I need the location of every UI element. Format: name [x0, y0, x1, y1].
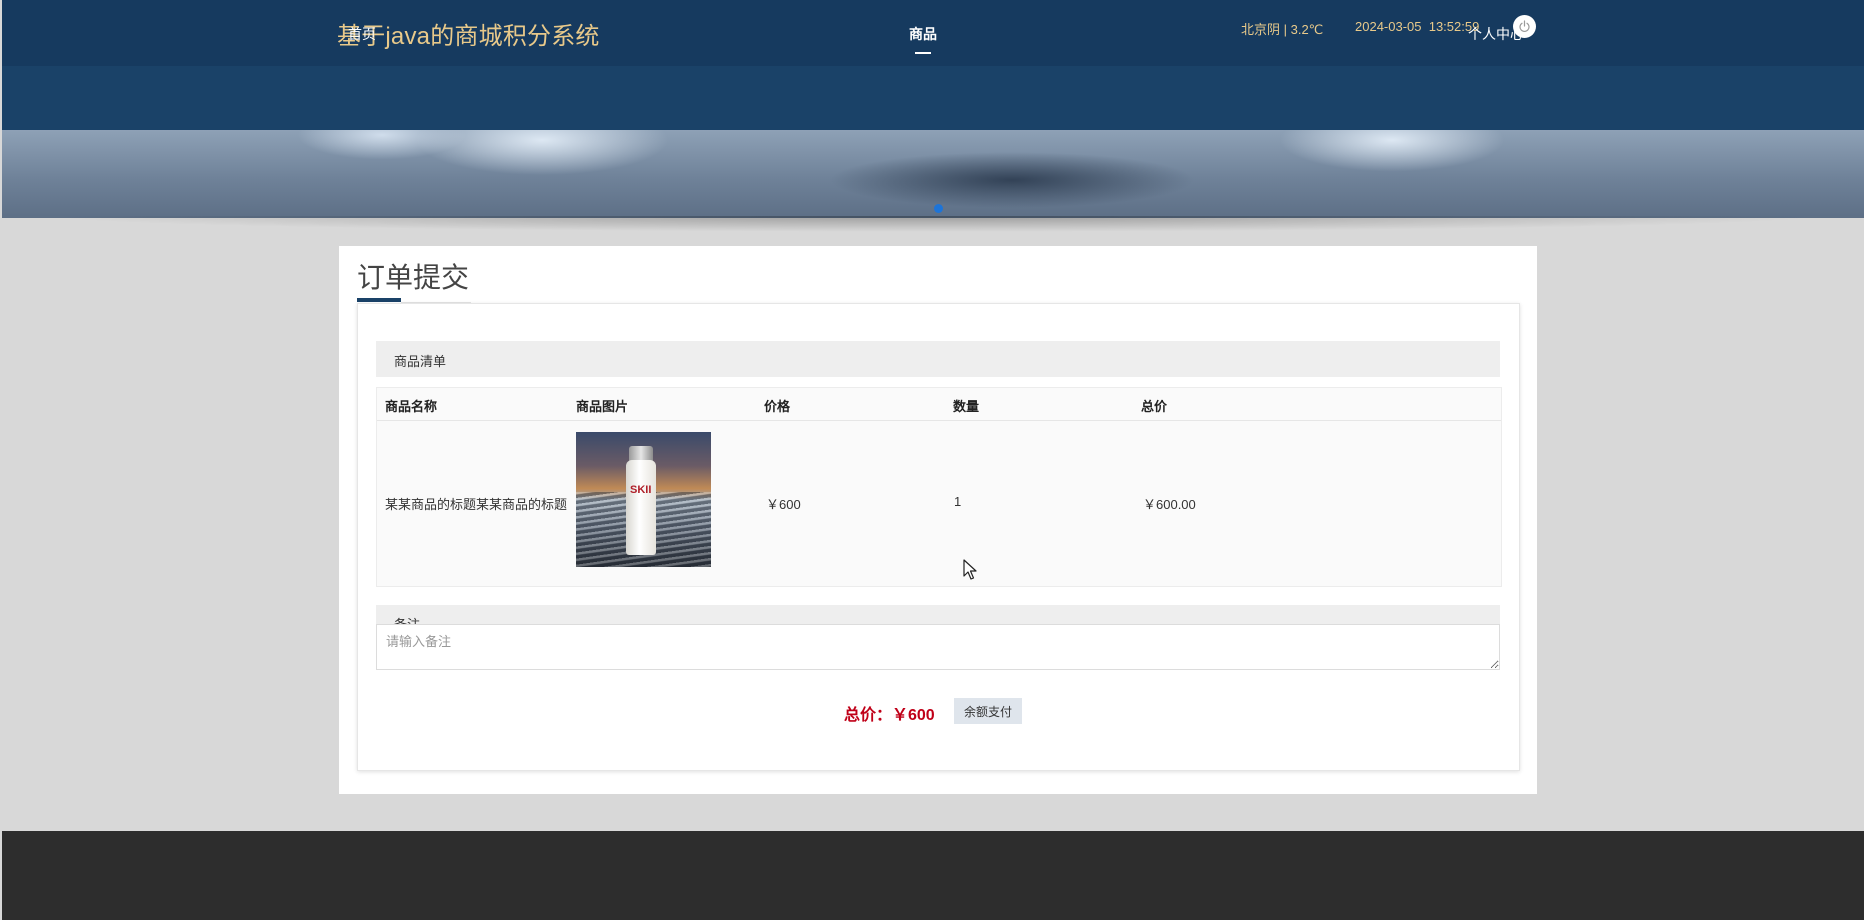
- note-header: 备注: [376, 605, 1500, 625]
- carousel-indicator-dot[interactable]: [934, 204, 943, 213]
- product-name: 某某商品的标题某某商品的标题: [385, 497, 568, 512]
- note-input[interactable]: [376, 624, 1500, 670]
- order-table: 商品名称 商品图片 价格 数量 总价 某某商品的标题某某商品的标题 SKII ￥…: [376, 387, 1502, 587]
- mouse-cursor-icon: [963, 559, 977, 580]
- banner-shadow: [40, 216, 1830, 232]
- banner-carousel[interactable]: [2, 130, 1864, 218]
- product-total: ￥600.00: [1143, 497, 1196, 512]
- weather-info: 北京阴 | 3.2℃: [1241, 22, 1324, 37]
- column-header-price: 价格: [764, 399, 791, 414]
- column-header-quantity: 数量: [953, 399, 980, 414]
- site-title: 基于java的商城积分系统: [337, 23, 600, 50]
- order-total: 总价：￥600: [844, 707, 935, 724]
- nav-goods[interactable]: 商品: [909, 24, 937, 44]
- product-image: SKII: [576, 432, 711, 567]
- column-header-total: 总价: [1141, 399, 1168, 414]
- product-price: ￥600: [766, 497, 801, 512]
- nav-home[interactable]: 首页: [348, 24, 376, 44]
- datetime-display: 2024-03-05 13:52:59: [1355, 19, 1480, 34]
- nav-user-center[interactable]: 个人中心: [1468, 24, 1524, 44]
- goods-list-header: 商品清单: [376, 341, 1500, 377]
- column-header-name: 商品名称: [385, 399, 438, 414]
- table-header-divider: [377, 420, 1501, 421]
- page-footer: [2, 831, 1864, 920]
- balance-pay-button[interactable]: 余额支付: [954, 698, 1022, 724]
- product-image-brand: SKII: [630, 484, 652, 496]
- product-quantity: 1: [954, 494, 962, 509]
- title-underline: [357, 298, 401, 302]
- active-nav-indicator: [915, 52, 931, 54]
- page-title: 订单提交: [357, 262, 470, 293]
- goods-list-heading: 商品清单: [394, 354, 447, 369]
- column-header-image: 商品图片: [576, 399, 629, 414]
- main-nav: [2, 66, 1864, 130]
